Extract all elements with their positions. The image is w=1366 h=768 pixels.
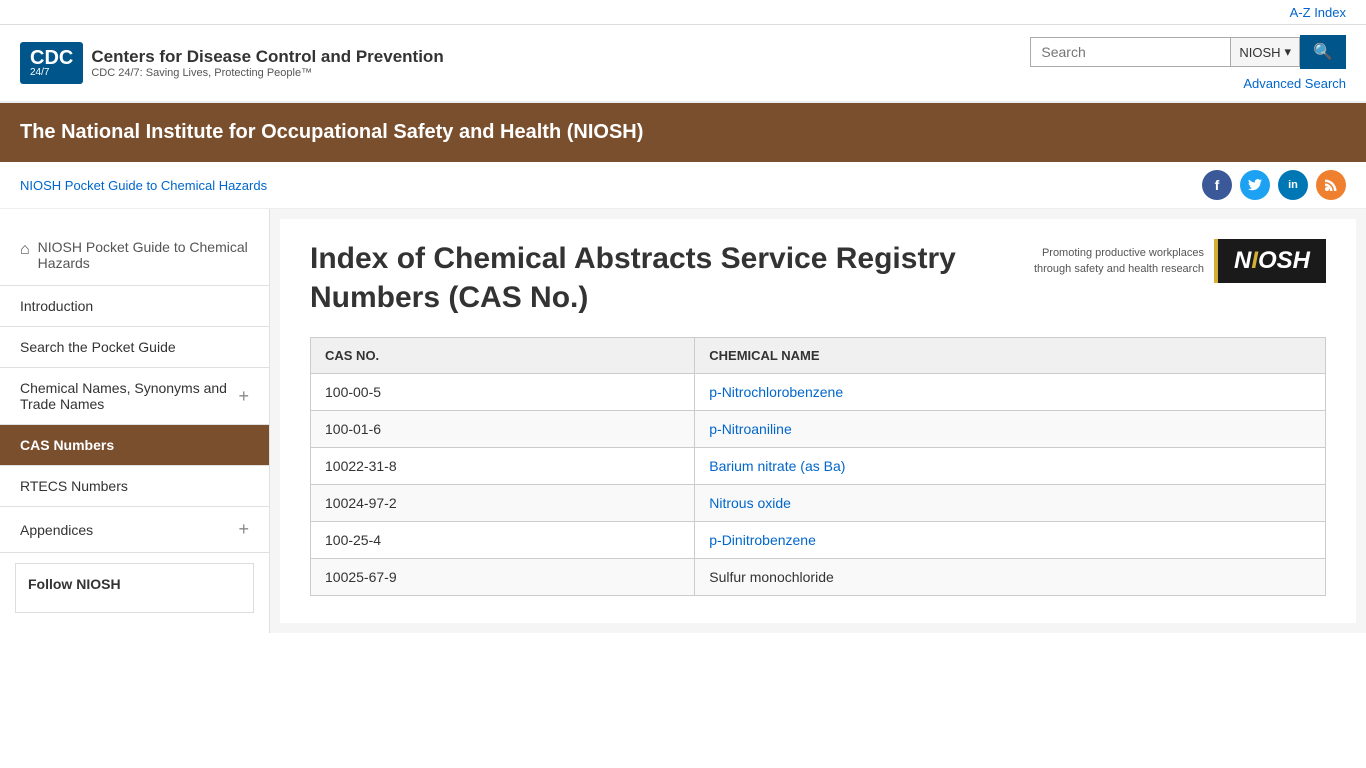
chemical-link[interactable]: p-Nitrochlorobenzene xyxy=(709,384,843,400)
table-row[interactable]: p-Nitrochlorobenzene xyxy=(695,374,1326,411)
facebook-icon[interactable]: f xyxy=(1202,170,1232,200)
chevron-down-icon: ▾ xyxy=(1285,44,1292,60)
cdc-logo-box: CDC24/7 xyxy=(20,42,83,84)
table-row: 100-25-4 xyxy=(311,522,695,559)
social-icons: f in xyxy=(1202,170,1346,200)
main-content: Promoting productive workplaces through … xyxy=(280,219,1356,623)
table-row[interactable]: Barium nitrate (as Ba) xyxy=(695,448,1326,485)
niosh-logo-area: Promoting productive workplaces through … xyxy=(1034,239,1326,283)
table-row[interactable]: p-Dinitrobenzene xyxy=(695,522,1326,559)
advanced-search-link-area: Advanced Search xyxy=(1243,75,1346,91)
introduction-link[interactable]: Introduction xyxy=(20,298,93,314)
breadcrumb-bar: NIOSH Pocket Guide to Chemical Hazards f… xyxy=(0,162,1366,209)
main-container: ⌂ NIOSH Pocket Guide to Chemical Hazards… xyxy=(0,209,1366,633)
cas-table: CAS No. CHEMICAL NAME 100-00-5 p-Nitrochl… xyxy=(310,337,1326,596)
table-row: 100-00-5 xyxy=(311,374,695,411)
chemical-name-col-header: CHEMICAL NAME xyxy=(695,338,1326,374)
table-row[interactable]: Nitrous oxide xyxy=(695,485,1326,522)
search-scope-dropdown[interactable]: NIOSH ▾ xyxy=(1230,37,1300,67)
cdc-logo: CDC24/7 Centers for Disease Control and … xyxy=(20,42,444,84)
search-pocket-guide-link[interactable]: Search the Pocket Guide xyxy=(20,339,176,355)
sidebar-home[interactable]: ⌂ NIOSH Pocket Guide to Chemical Hazards xyxy=(0,229,269,286)
az-index-link[interactable]: A-Z Index xyxy=(1290,5,1346,20)
scope-label: NIOSH xyxy=(1239,45,1280,60)
chemical-names-link[interactable]: Chemical Names, Synonyms and Trade Names xyxy=(20,380,238,412)
sidebar-item-appendices[interactable]: Appendices + xyxy=(0,507,269,553)
rss-icon[interactable] xyxy=(1316,170,1346,200)
sidebar-item-chemical-names[interactable]: Chemical Names, Synonyms and Trade Names… xyxy=(0,368,269,425)
search-icon: 🔍 xyxy=(1313,44,1333,61)
follow-niosh-box: Follow NIOSH xyxy=(15,563,254,613)
sidebar: ⌂ NIOSH Pocket Guide to Chemical Hazards… xyxy=(0,209,270,633)
search-button[interactable]: 🔍 xyxy=(1300,35,1346,69)
table-row: 10024-97-2 xyxy=(311,485,695,522)
sidebar-home-link[interactable]: NIOSH Pocket Guide to Chemical Hazards xyxy=(38,239,249,271)
top-bar: A-Z Index xyxy=(0,0,1366,25)
breadcrumb-link[interactable]: NIOSH Pocket Guide to Chemical Hazards xyxy=(20,178,267,193)
chemical-link[interactable]: p-Nitroaniline xyxy=(709,421,791,437)
search-input[interactable] xyxy=(1030,37,1230,67)
cas-col-header: CAS No. xyxy=(311,338,695,374)
appendices-link[interactable]: Appendices xyxy=(20,522,93,538)
sidebar-item-search-pocket-guide[interactable]: Search the Pocket Guide xyxy=(0,327,269,368)
chemical-link[interactable]: Barium nitrate (as Ba) xyxy=(709,458,845,474)
niosh-banner: The National Institute for Occupational … xyxy=(0,103,1366,162)
home-icon: ⌂ xyxy=(20,241,30,259)
header-right: NIOSH ▾ 🔍 Advanced Search xyxy=(1030,35,1346,91)
niosh-logo-text: Promoting productive workplaces through … xyxy=(1034,245,1204,278)
org-name: Centers for Disease Control and Preventi… xyxy=(91,47,443,67)
sidebar-item-rtecs-numbers[interactable]: RTECS Numbers xyxy=(0,466,269,507)
search-row: NIOSH ▾ 🔍 xyxy=(1030,35,1346,69)
logo-area: CDC24/7 Centers for Disease Control and … xyxy=(20,42,444,84)
cdc-text: Centers for Disease Control and Preventi… xyxy=(91,47,443,79)
follow-niosh-title: Follow NIOSH xyxy=(28,576,241,592)
table-row: 10025-67-9 xyxy=(311,559,695,596)
rtecs-numbers-link[interactable]: RTECS Numbers xyxy=(20,478,128,494)
niosh-badge: NIOSH xyxy=(1214,239,1326,283)
table-row: 100-01-6 xyxy=(311,411,695,448)
tagline: CDC 24/7: Saving Lives, Protecting Peopl… xyxy=(91,67,443,79)
twitter-icon[interactable] xyxy=(1240,170,1270,200)
sidebar-item-cas-numbers[interactable]: CAS Numbers xyxy=(0,425,269,466)
chemical-link[interactable]: p-Dinitrobenzene xyxy=(709,532,816,548)
header: CDC24/7 Centers for Disease Control and … xyxy=(0,25,1366,103)
table-row: 10022-31-8 xyxy=(311,448,695,485)
cas-numbers-label: CAS Numbers xyxy=(20,437,114,453)
advanced-search-link[interactable]: Advanced Search xyxy=(1243,76,1346,91)
expand-appendices-icon[interactable]: + xyxy=(238,519,249,540)
table-row[interactable]: p-Nitroaniline xyxy=(695,411,1326,448)
chemical-link[interactable]: Nitrous oxide xyxy=(709,495,791,511)
expand-chemical-names-icon[interactable]: + xyxy=(238,386,249,407)
linkedin-icon[interactable]: in xyxy=(1278,170,1308,200)
sidebar-item-introduction[interactable]: Introduction xyxy=(0,286,269,327)
table-row: Sulfur monochloride xyxy=(695,559,1326,596)
